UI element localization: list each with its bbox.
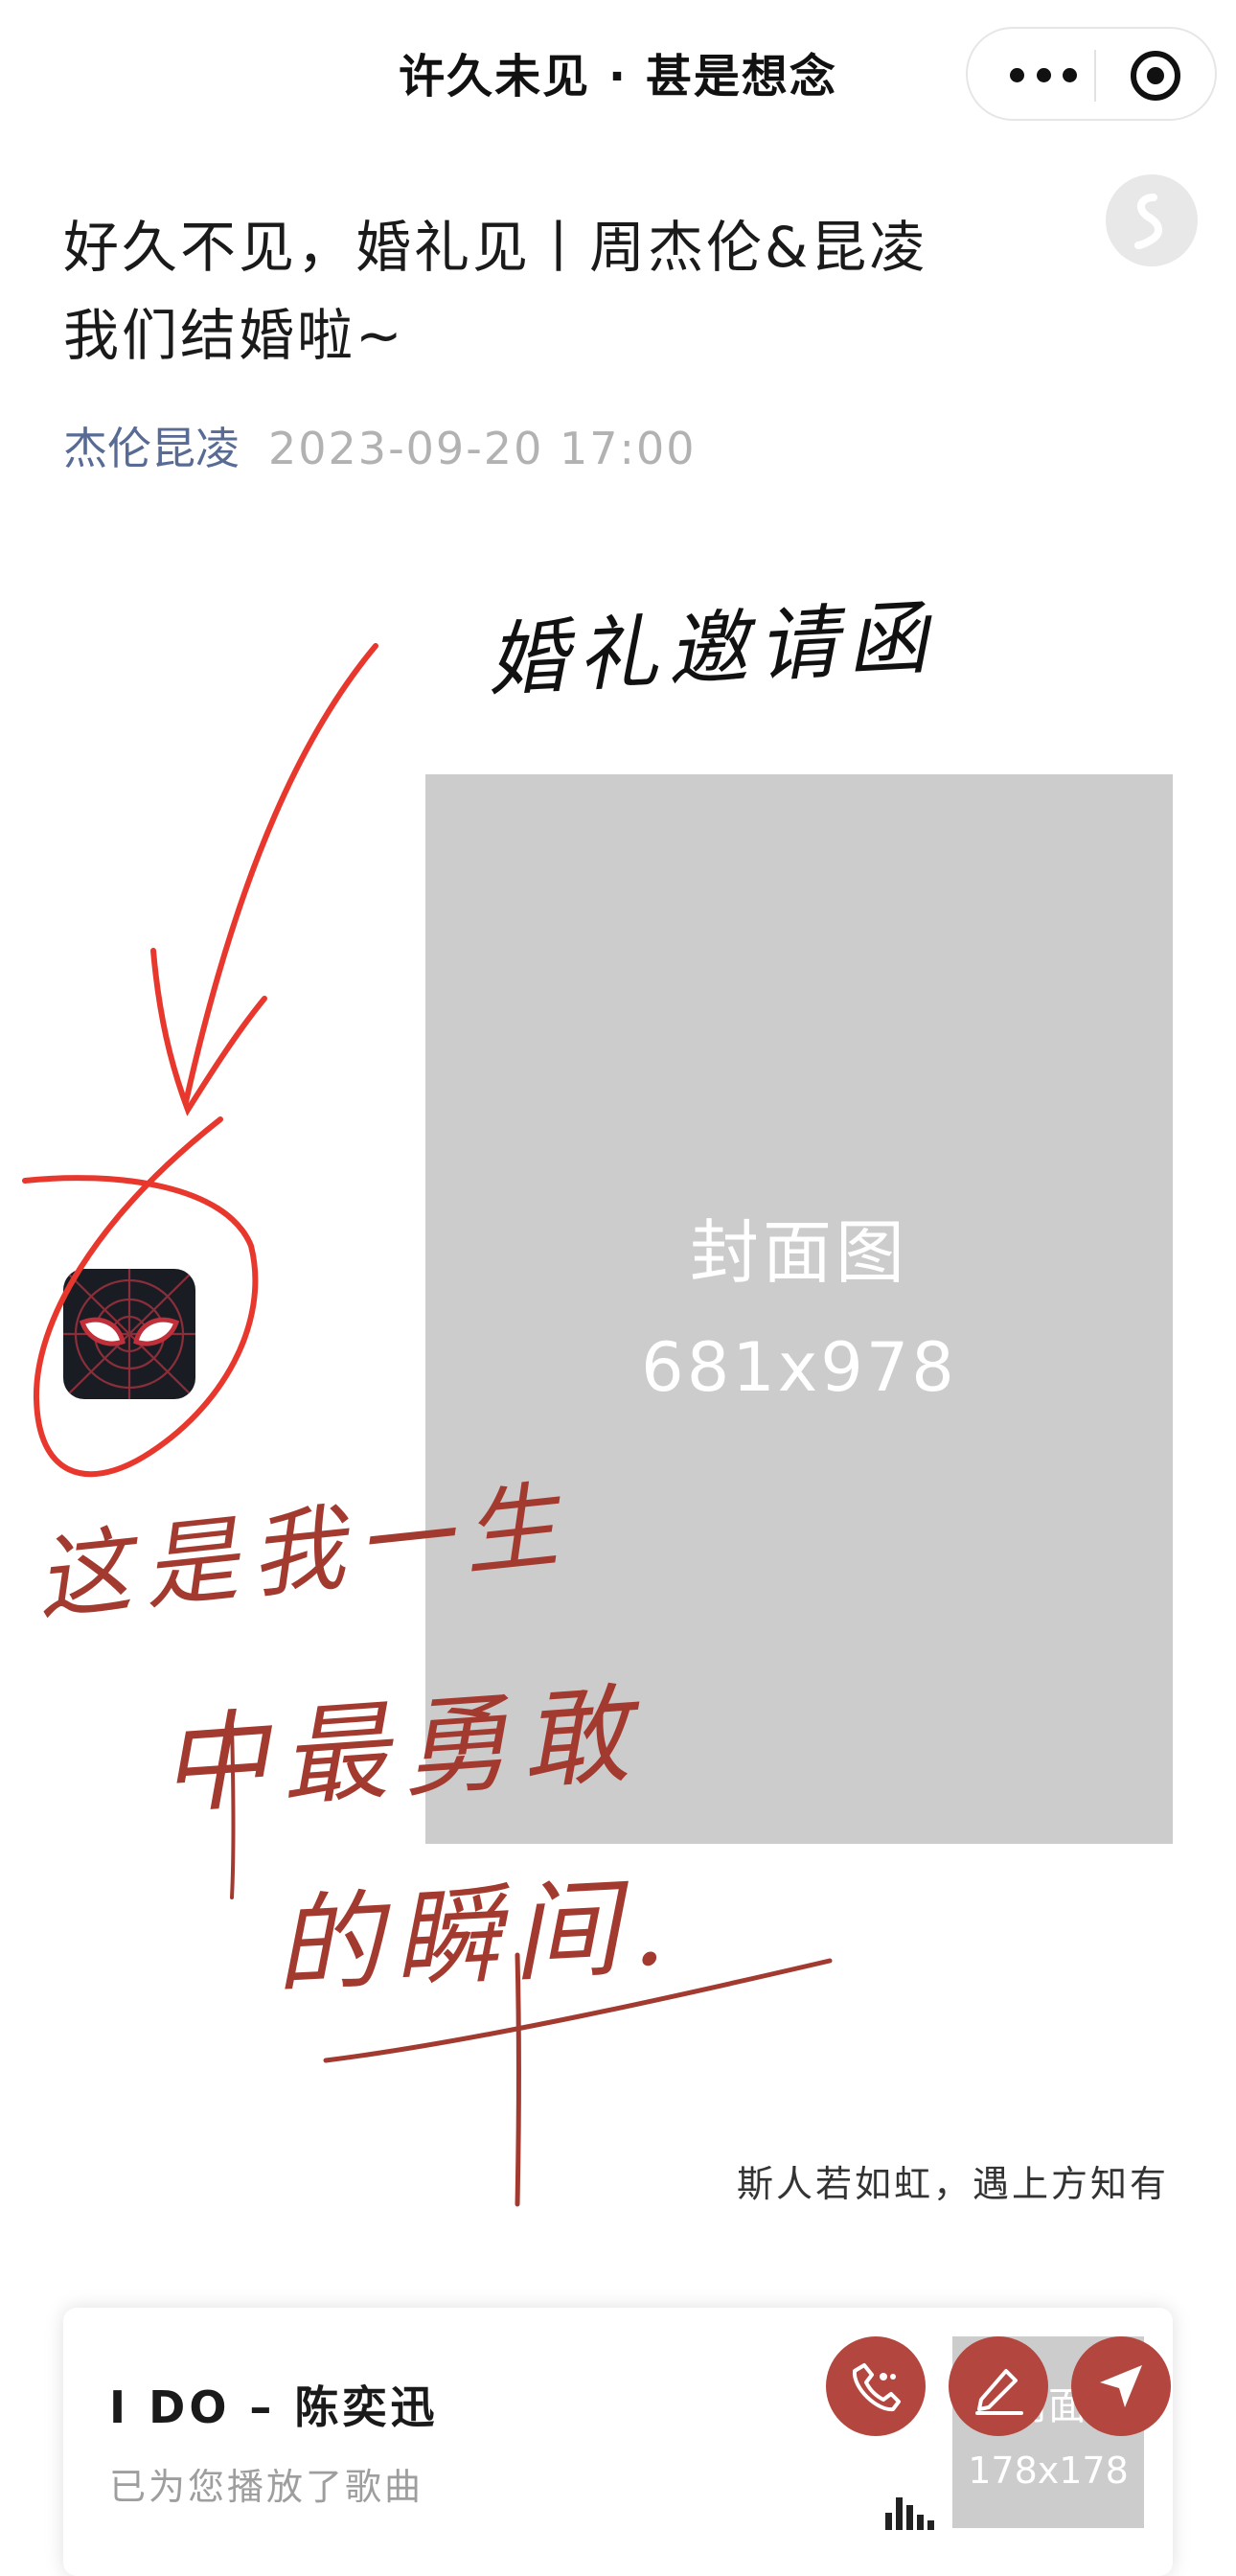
handwriting-line-3: 的瞬间. [271, 1864, 680, 2010]
location-arrow-icon [1100, 2365, 1142, 2407]
article-title: 好久不见，婚礼见丨周杰伦&昆凌 我们结婚啦~ [63, 203, 1098, 380]
song-title: I DO – 陈奕迅 [109, 2381, 439, 2433]
phone-button[interactable] [826, 2336, 926, 2436]
red-arrow-shaft [183, 643, 378, 1105]
thumb-size: 178x178 [968, 2450, 1129, 2492]
cover-size: 681x978 [641, 1328, 957, 1407]
author-link[interactable]: 杰伦昆凌 [63, 423, 240, 474]
article-meta: 杰伦昆凌 2023-09-20 17:00 [63, 420, 697, 477]
music-note-button[interactable] [1106, 174, 1198, 266]
edit-button[interactable] [949, 2336, 1048, 2436]
song-status: 已为您播放了歌曲 [109, 2466, 424, 2508]
more-dots-icon[interactable] [1010, 56, 1077, 94]
quote-text: 斯人若如虹，遇上方知有 [736, 2163, 1169, 2205]
pencil-icon [975, 2369, 1023, 2415]
spider-mask-icon [63, 1269, 195, 1399]
equalizer-icon [885, 2497, 934, 2530]
top-navigation-bar: 许久未见 · 甚是想念 [0, 0, 1236, 153]
cover-label: 封面图 [689, 1212, 908, 1293]
menu-capsule [966, 27, 1217, 121]
handwriting-invitation: 婚礼邀请函 [485, 589, 940, 708]
capsule-divider [1094, 50, 1096, 102]
music-note-icon [1134, 194, 1162, 249]
close-target-icon[interactable] [1131, 51, 1180, 101]
red-arrow-head [150, 948, 267, 1116]
article-title-line-1: 好久不见，婚礼见丨周杰伦&昆凌 [63, 215, 928, 280]
publish-date: 2023-09-20 17:00 [268, 423, 697, 474]
phone-icon [852, 2363, 901, 2412]
spider-mask-logo [63, 1269, 195, 1399]
article-title-line-2: 我们结婚啦~ [63, 303, 405, 368]
navigate-button[interactable] [1071, 2336, 1171, 2436]
